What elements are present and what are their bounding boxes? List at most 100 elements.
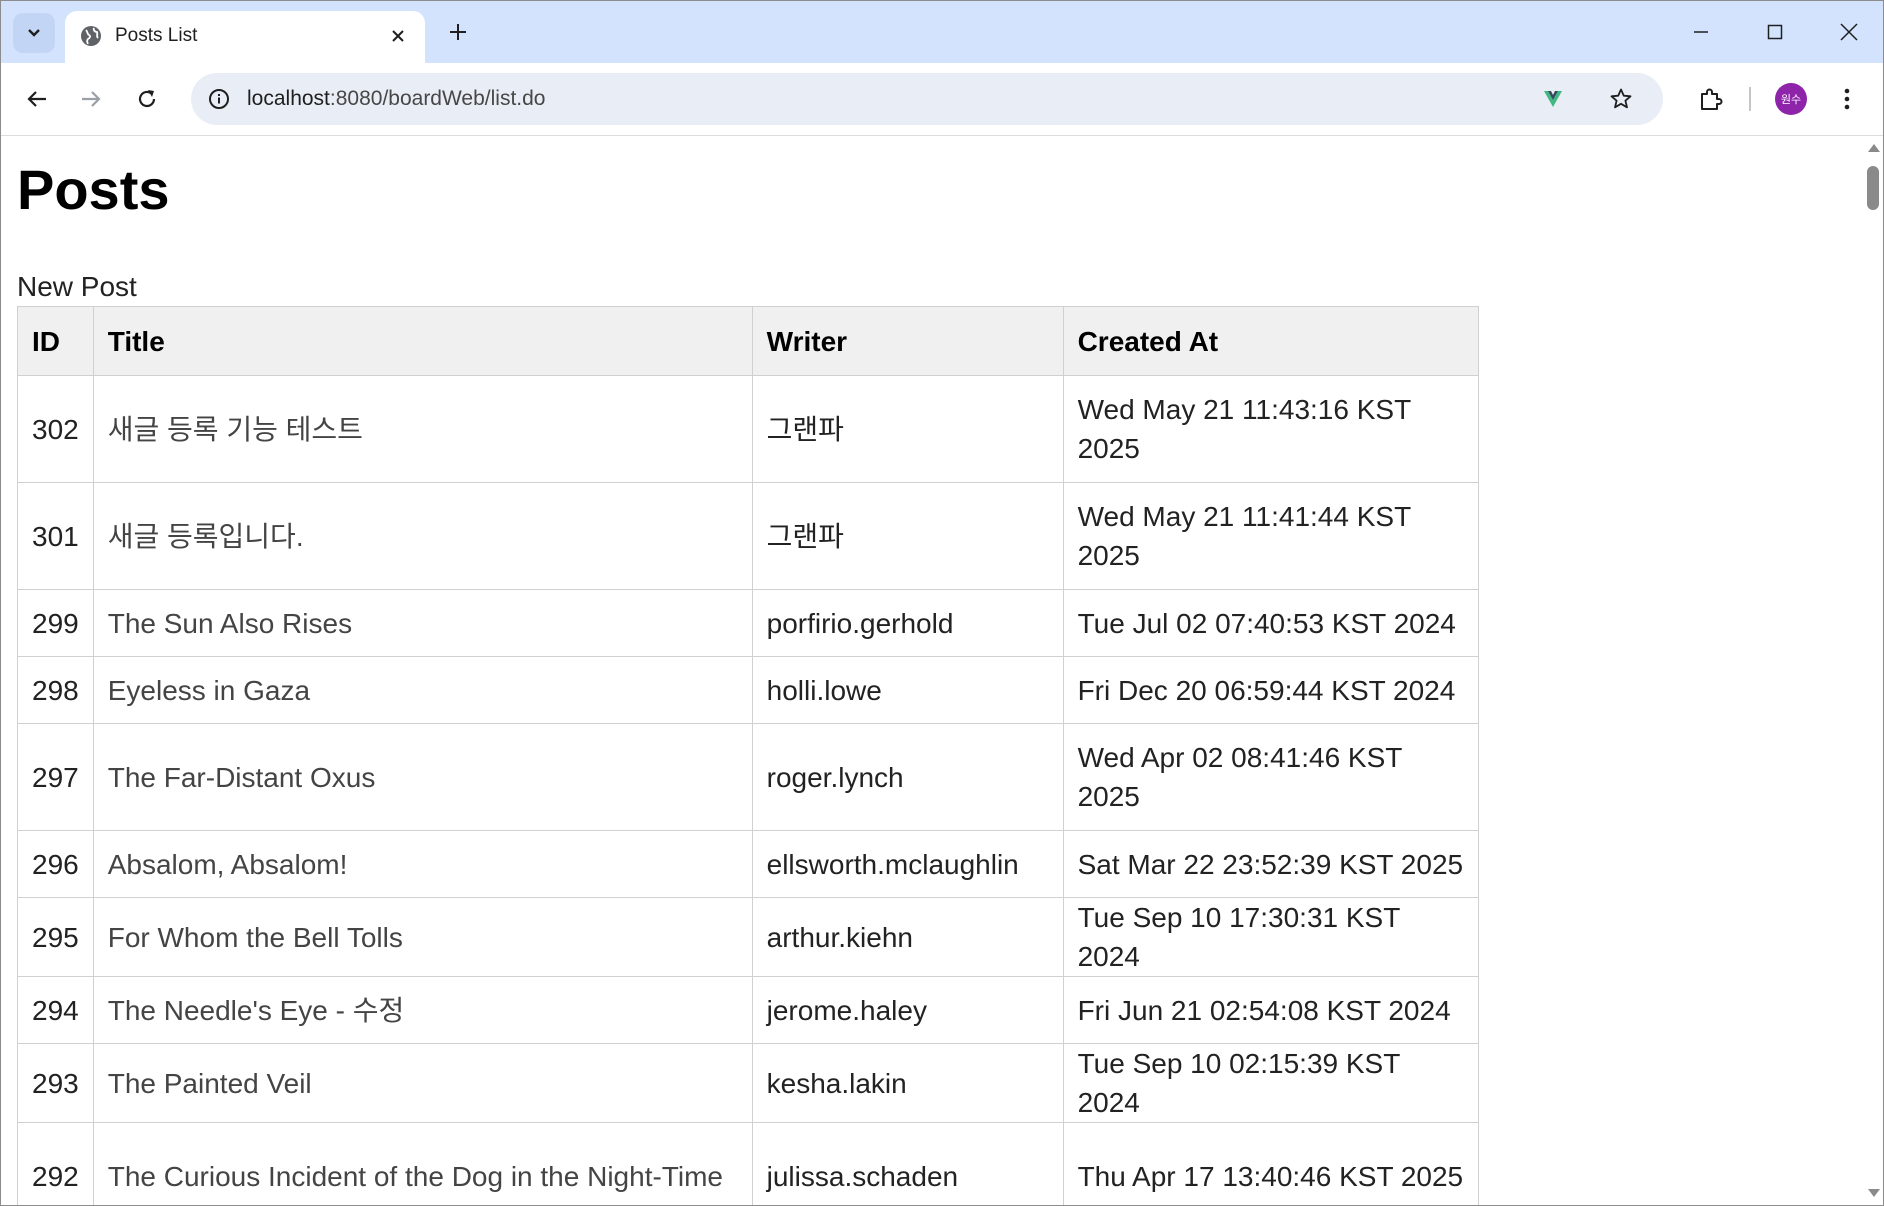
post-id: 298 [17,656,94,724]
plus-icon [450,24,466,40]
post-created-at: Fri Jun 21 02:54:08 KST 2024 [1062,976,1480,1044]
post-id: 292 [17,1122,94,1205]
post-writer: 그랜파 [751,375,1064,483]
profile-avatar[interactable]: 원수 [1775,83,1807,115]
close-icon [1840,23,1858,41]
arrow-right-icon [82,91,101,107]
vue-devtools-extension[interactable] [1539,85,1567,113]
post-created-at: Thu Apr 17 13:40:46 KST 2025 [1062,1122,1480,1205]
table-row: 299 The Sun Also Rises porfirio.gerhold … [17,589,1480,657]
globe-icon [81,26,101,46]
post-title-link[interactable]: The Painted Veil [92,1043,753,1123]
post-created-at: Wed May 21 11:43:16 KST 2025 [1062,375,1480,483]
url-path: :8080/boardWeb/list.do [329,87,546,110]
post-writer: julissa.schaden [751,1122,1064,1205]
address-bar[interactable]: localhost:8080/boardWeb/list.do [191,73,1663,125]
post-id: 302 [17,375,94,483]
scroll-down-arrow-icon[interactable] [1868,1189,1880,1197]
post-id: 295 [17,897,94,977]
url-host: localhost [247,87,330,110]
column-header-writer: Writer [751,306,1064,376]
tab-strip: Posts List [1,1,1883,63]
table-row: 302 새글 등록 기능 테스트 그랜파 Wed May 21 11:43:16… [17,375,1480,483]
post-writer: porfirio.gerhold [751,589,1064,657]
puzzle-icon [1701,88,1723,110]
post-writer: 그랜파 [751,482,1064,590]
post-writer: ellsworth.mclaughlin [751,830,1064,898]
post-created-at: Sat Mar 22 23:52:39 KST 2025 [1062,830,1480,898]
post-writer: jerome.haley [751,976,1064,1044]
back-button[interactable] [17,79,57,119]
minimize-button[interactable] [1675,11,1727,53]
table-row: 294 The Needle's Eye - 수정 jerome.haley F… [17,976,1480,1044]
post-writer: kesha.lakin [751,1043,1064,1123]
post-writer: roger.lynch [751,723,1064,831]
vertical-scrollbar[interactable] [1863,136,1883,1205]
post-id: 294 [17,976,94,1044]
post-created-at: Tue Jul 02 07:40:53 KST 2024 [1062,589,1480,657]
table-row: 296 Absalom, Absalom! ellsworth.mclaughl… [17,830,1480,898]
tab-title: Posts List [115,25,198,46]
column-header-created-at: Created At [1062,306,1480,376]
maximize-button[interactable] [1749,11,1801,53]
scrollbar-thumb[interactable] [1867,166,1879,210]
posts-table: ID Title Writer Created At 302 새글 등록 기능 … [17,306,1480,1205]
reload-button[interactable] [127,79,167,119]
post-title-link[interactable]: The Needle's Eye - 수정 [92,976,753,1044]
new-tab-button[interactable] [441,15,475,49]
table-row: 301 새글 등록입니다. 그랜파 Wed May 21 11:41:44 KS… [17,482,1480,590]
post-created-at: Tue Sep 10 02:15:39 KST 2024 [1062,1043,1480,1123]
post-id: 297 [17,723,94,831]
site-info-button[interactable] [203,83,235,115]
bookmark-button[interactable] [1605,83,1637,115]
browser-window: Posts List localhost:8080/boardWeb/list.… [0,0,1884,1206]
url-text[interactable]: localhost:8080/boardWeb/list.do [247,86,545,112]
arrow-left-icon [27,91,46,107]
chevron-down-icon [28,29,40,37]
vue-logo-icon [1544,91,1562,107]
post-title-link[interactable]: Absalom, Absalom! [92,830,753,898]
close-window-button[interactable] [1823,11,1875,53]
scroll-up-arrow-icon[interactable] [1868,144,1880,152]
post-title-link[interactable]: The Curious Incident of the Dog in the N… [92,1122,753,1205]
post-title-link[interactable]: The Far-Distant Oxus [92,723,753,831]
star-icon [1610,88,1632,109]
post-id: 301 [17,482,94,590]
table-row: 297 The Far-Distant Oxus roger.lynch Wed… [17,723,1480,831]
table-row: 295 For Whom the Bell Tolls arthur.kiehn… [17,897,1480,977]
post-title-link[interactable]: For Whom the Bell Tolls [92,897,753,977]
post-created-at: Fri Dec 20 06:59:44 KST 2024 [1062,656,1480,724]
table-row: 293 The Painted Veil kesha.lakin Tue Sep… [17,1043,1480,1123]
post-title-link[interactable]: 새글 등록 기능 테스트 [92,375,753,483]
post-created-at: Wed May 21 11:41:44 KST 2025 [1062,482,1480,590]
post-writer: holli.lowe [751,656,1064,724]
post-id: 296 [17,830,94,898]
extensions-button[interactable] [1691,79,1731,119]
forward-button[interactable] [71,79,111,119]
post-id: 299 [17,589,94,657]
page-viewport: Posts New Post ID Title Writer Created A… [1,136,1863,1205]
post-title-link[interactable]: 새글 등록입니다. [92,482,753,590]
close-icon [392,30,404,42]
new-post-link[interactable]: New Post [17,270,137,304]
post-created-at: Tue Sep 10 17:30:31 KST 2024 [1062,897,1480,977]
post-writer: arthur.kiehn [751,897,1064,977]
table-header-row: ID Title Writer Created At [17,306,1480,376]
tab-close-button[interactable] [385,23,411,49]
reload-icon [138,90,156,108]
more-vert-icon [1844,88,1850,110]
browser-menu-button[interactable] [1827,79,1867,119]
toolbar-separator [1749,87,1751,111]
post-id: 293 [17,1043,94,1123]
column-header-title: Title [92,306,753,376]
maximize-icon [1767,24,1783,40]
tab-posts-list[interactable]: Posts List [65,11,425,63]
post-created-at: Wed Apr 02 08:41:46 KST 2025 [1062,723,1480,831]
post-title-link[interactable]: Eyeless in Gaza [92,656,753,724]
post-title-link[interactable]: The Sun Also Rises [92,589,753,657]
table-row: 298 Eyeless in Gaza holli.lowe Fri Dec 2… [17,656,1480,724]
page-title: Posts [17,158,170,221]
tab-search-button[interactable] [13,13,55,53]
table-row: 292 The Curious Incident of the Dog in t… [17,1122,1480,1205]
column-header-id: ID [17,306,94,376]
